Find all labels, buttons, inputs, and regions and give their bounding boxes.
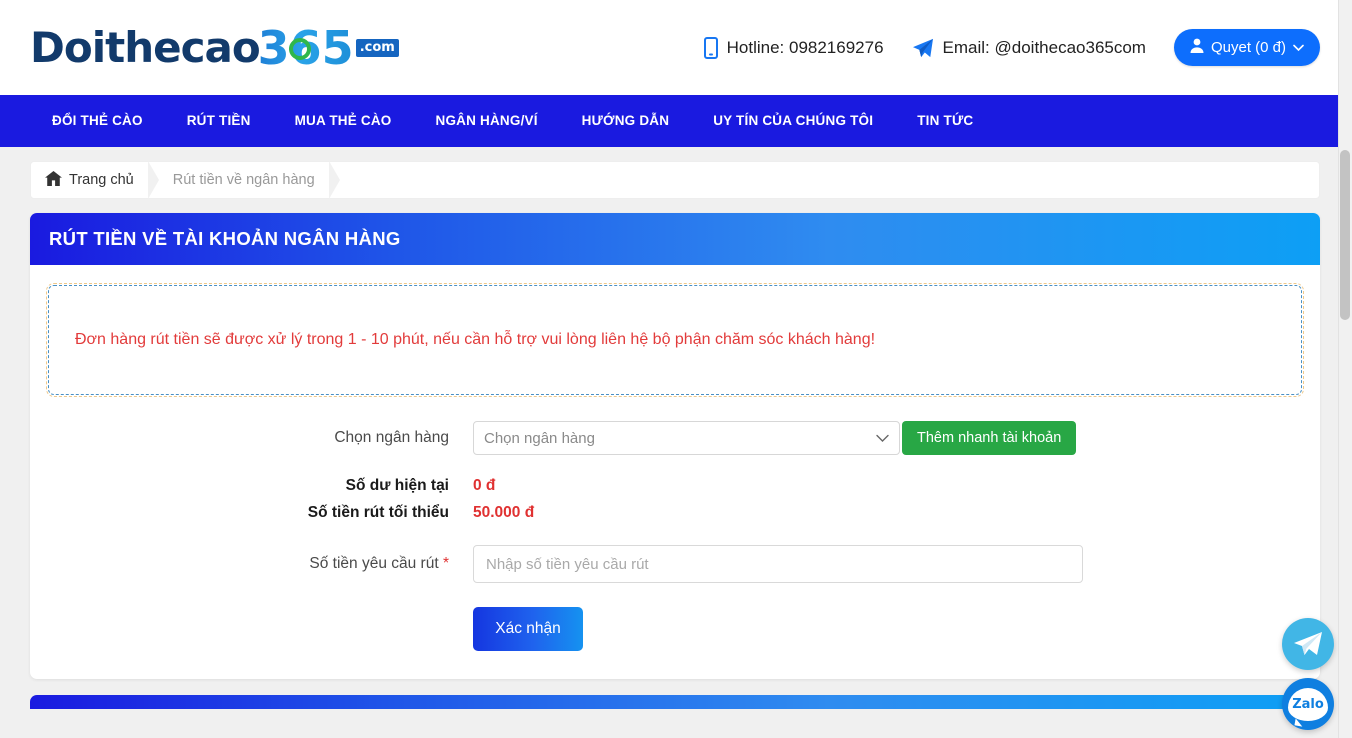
floating-chat-buttons: Zalo xyxy=(1282,618,1334,730)
breadcrumb: Trang chủ Rút tiền về ngân hàng xyxy=(30,161,1320,199)
panel-title: RÚT TIỀN VỀ TÀI KHOẢN NGÂN HÀNG xyxy=(30,213,1320,265)
site-logo[interactable]: Doithecao 365 .com xyxy=(30,0,399,95)
minimum-label: Số tiền rút tối thiểu xyxy=(307,504,449,521)
row-minimum: Số tiền rút tối thiểu 50.000 đ xyxy=(48,504,1302,522)
row-amount: Số tiền yêu cầu rút * xyxy=(48,545,1302,583)
hotline-block[interactable]: Hotline: 0982169276 xyxy=(703,36,884,59)
nav-item-huong-dan[interactable]: HƯỚNG DẪN xyxy=(560,95,692,147)
breadcrumb-home[interactable]: Trang chủ xyxy=(45,170,134,190)
top-header: Doithecao 365 .com Hotline: 0982169276 E… xyxy=(0,0,1352,95)
breadcrumb-home-label: Trang chủ xyxy=(69,172,134,188)
submit-button[interactable]: Xác nhận xyxy=(473,607,583,651)
next-panel-header xyxy=(30,695,1320,709)
panel-body: Đơn hàng rút tiền sẽ được xử lý trong 1 … xyxy=(30,265,1320,679)
bank-select[interactable]: Chọn ngân hàng xyxy=(473,421,900,455)
chevron-down-icon xyxy=(876,430,889,447)
logo-ring-icon xyxy=(288,37,311,60)
page-scrollbar[interactable] xyxy=(1338,0,1352,738)
breadcrumb-separator-2 xyxy=(328,161,340,199)
bank-label: Chọn ngân hàng xyxy=(334,429,449,446)
panel-wrapper: RÚT TIỀN VỀ TÀI KHOẢN NGÂN HÀNG Đơn hàng… xyxy=(0,199,1352,679)
account-button[interactable]: Quyet (0 đ) xyxy=(1173,29,1320,66)
email-block[interactable]: Email: @doithecao365com xyxy=(912,38,1146,58)
breadcrumb-current: Rút tiền về ngân hàng xyxy=(172,172,315,188)
row-bank: Chọn ngân hàng Chọn ngân hàng Thêm nhanh… xyxy=(48,421,1302,455)
breadcrumb-wrapper: Trang chủ Rút tiền về ngân hàng xyxy=(0,147,1352,199)
mobile-phone-icon xyxy=(703,36,718,59)
balance-value: 0 đ xyxy=(473,477,496,494)
logo-text-365: 365 xyxy=(258,25,354,71)
breadcrumb-separator-1 xyxy=(147,161,159,199)
nav-item-mua-the-cao[interactable]: MUA THẺ CÀO xyxy=(273,95,414,147)
required-asterisk: * xyxy=(442,555,449,572)
bank-select-value: Chọn ngân hàng xyxy=(484,429,595,447)
paper-plane-icon xyxy=(912,38,934,58)
main-navigation: ĐỔI THẺ CÀO RÚT TIỀN MUA THẺ CÀO NGÂN HÀ… xyxy=(0,95,1352,147)
logo-com-badge: .com xyxy=(355,38,399,57)
amount-label: Số tiền yêu cầu rút * xyxy=(48,555,473,573)
email-text: Email: @doithecao365com xyxy=(942,37,1146,57)
nav-item-uy-tin[interactable]: UY TÍN CỦA CHÚNG TÔI xyxy=(691,95,895,147)
nav-item-rut-tien[interactable]: RÚT TIỀN xyxy=(165,95,273,147)
row-balance: Số dư hiện tại 0 đ xyxy=(48,477,1302,495)
withdraw-form: Chọn ngân hàng Chọn ngân hàng Thêm nhanh… xyxy=(48,421,1302,651)
balance-label: Số dư hiện tại xyxy=(345,477,449,494)
withdraw-panel: RÚT TIỀN VỀ TÀI KHOẢN NGÂN HÀNG Đơn hàng… xyxy=(30,213,1320,679)
amount-input[interactable] xyxy=(473,545,1083,583)
zalo-label: Zalo xyxy=(1292,696,1324,712)
account-label: Quyet (0 đ) xyxy=(1210,39,1286,56)
hotline-text: Hotline: 0982169276 xyxy=(726,37,884,57)
zalo-bubble: Zalo xyxy=(1288,687,1328,721)
minimum-value: 50.000 đ xyxy=(473,504,535,521)
logo-text-main: Doithecao xyxy=(30,22,261,72)
nav-item-ngan-hang-vi[interactable]: NGÂN HÀNG/VÍ xyxy=(414,95,560,147)
amount-label-text: Số tiền yêu cầu rút xyxy=(309,555,439,572)
info-alert-text: Đơn hàng rút tiền sẽ được xử lý trong 1 … xyxy=(75,331,876,348)
home-icon xyxy=(45,170,62,190)
chevron-down-icon xyxy=(1293,39,1304,56)
header-right: Hotline: 0982169276 Email: @doithecao365… xyxy=(703,29,1320,66)
nav-item-doi-the-cao[interactable]: ĐỔI THẺ CÀO xyxy=(30,95,165,147)
row-submit: Xác nhận xyxy=(48,607,1302,651)
nav-item-tin-tuc[interactable]: TIN TỨC xyxy=(895,95,995,147)
info-alert: Đơn hàng rút tiền sẽ được xử lý trong 1 … xyxy=(46,283,1304,397)
scrollbar-thumb[interactable] xyxy=(1340,150,1350,320)
telegram-icon[interactable] xyxy=(1282,618,1334,670)
add-account-button[interactable]: Thêm nhanh tài khoản xyxy=(902,421,1077,455)
zalo-icon[interactable]: Zalo xyxy=(1282,678,1334,730)
user-icon xyxy=(1190,38,1204,57)
